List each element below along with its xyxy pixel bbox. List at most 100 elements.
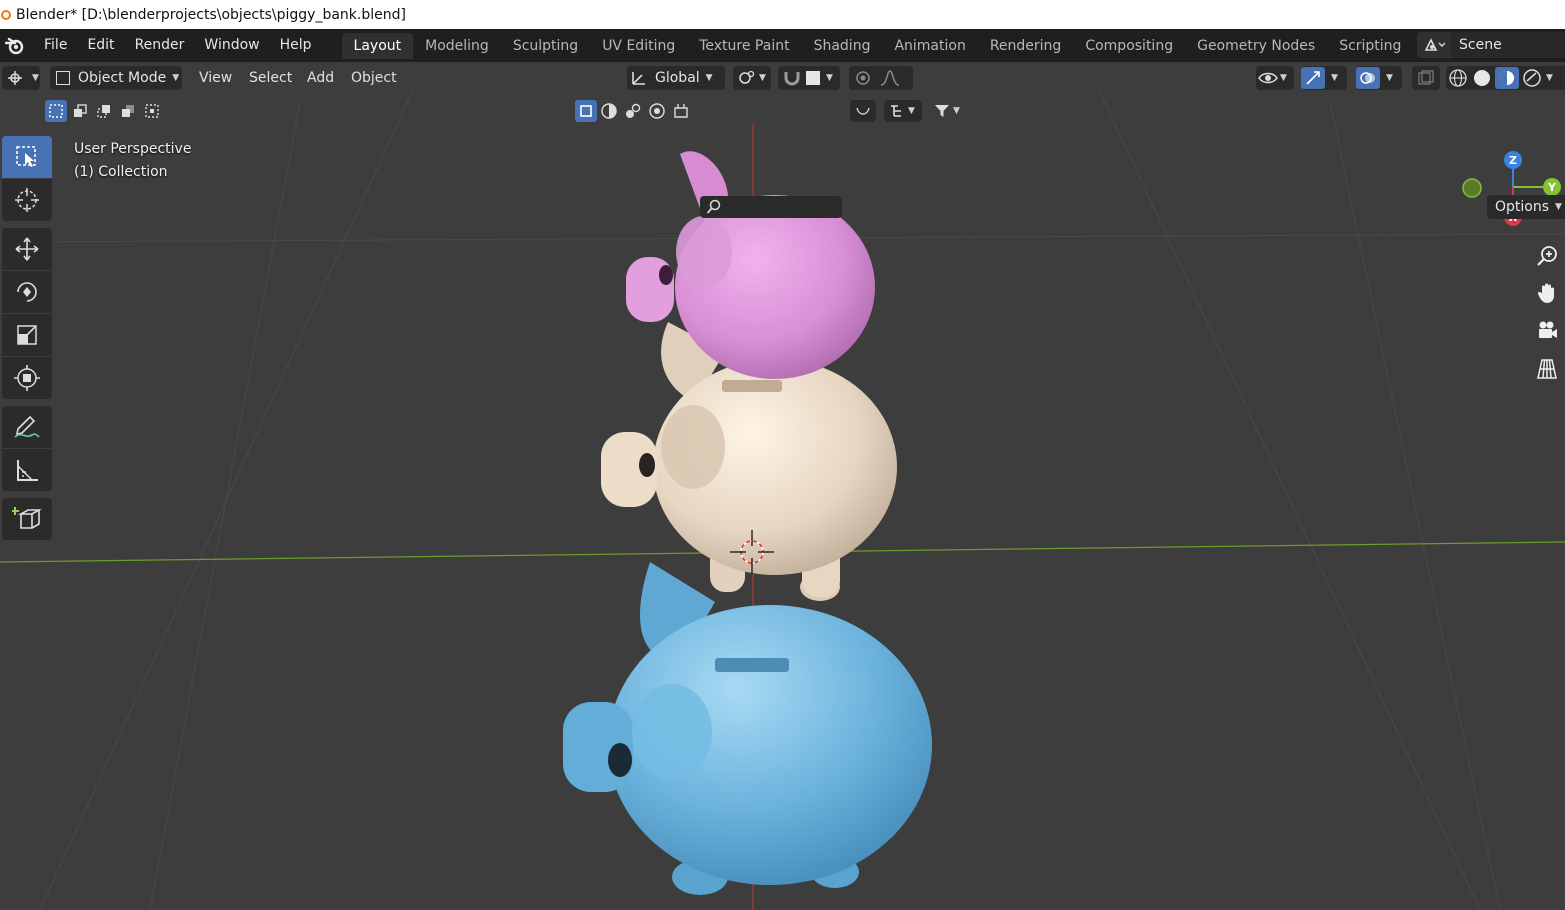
add-cube-tool[interactable] <box>2 498 52 540</box>
cursor-tool[interactable] <box>2 179 52 221</box>
menu-render[interactable]: Render <box>125 29 195 62</box>
wireframe-shading-icon <box>1449 69 1467 87</box>
xray-toggle[interactable] <box>1412 66 1440 90</box>
filter-object-mode-icon[interactable] <box>575 100 597 122</box>
tab-modeling[interactable]: Modeling <box>413 33 501 59</box>
tab-animation[interactable]: Animation <box>882 33 977 59</box>
orientation-icon <box>632 72 645 85</box>
pivot-point-dropdown[interactable]: ▼ <box>733 66 771 90</box>
menu-object[interactable]: Object <box>351 66 397 90</box>
tab-uv-editing[interactable]: UV Editing <box>590 33 687 59</box>
camera-view-button[interactable] <box>1530 314 1564 348</box>
tab-texture-paint[interactable]: Texture Paint <box>687 33 801 59</box>
editor-type-selector[interactable]: ▼ <box>2 66 40 90</box>
filter-light-icon[interactable] <box>622 100 644 122</box>
select-subtract-icon[interactable] <box>93 100 115 122</box>
proportional-editing[interactable] <box>849 66 913 90</box>
viewport-subheader: ▼ ▼ Options ▼ <box>0 96 1565 219</box>
workspace-tabs: Layout Modeling Sculpting UV Editing Tex… <box>341 29 1449 62</box>
proportional-edit-icon <box>856 71 870 85</box>
object-mode-icon <box>56 71 70 85</box>
select-box-icon <box>16 146 36 167</box>
gizmo-icon[interactable] <box>1301 67 1325 89</box>
cursor-icon <box>15 188 39 212</box>
snap-controls[interactable]: ▼ <box>778 66 840 90</box>
viewport-scene: Z Y X <box>0 91 1565 910</box>
object-mode-dropdown[interactable]: Object Mode ▼ <box>50 66 182 90</box>
select-invert-icon[interactable] <box>117 100 139 122</box>
viewport-info: User Perspective (1) Collection <box>74 138 191 184</box>
overlays-icon[interactable] <box>1356 67 1380 89</box>
transform-orientation-label: Global <box>655 70 700 86</box>
shading-modes[interactable]: ▼ <box>1446 66 1565 90</box>
options-dropdown[interactable]: Options ▼ <box>1487 195 1565 219</box>
outliner-filter-icon <box>891 105 901 117</box>
blue-piggy-bank <box>563 562 932 895</box>
select-new-icon[interactable] <box>45 100 67 122</box>
filter-other-icon[interactable] <box>670 100 692 122</box>
menu-file[interactable]: File <box>34 29 77 62</box>
gizmo-z-label: Z <box>1509 154 1517 167</box>
transform-tool[interactable] <box>2 357 52 399</box>
annotate-icon <box>14 415 40 438</box>
scale-tool[interactable] <box>2 314 52 356</box>
link-toggle[interactable] <box>850 100 876 122</box>
orthographic-toggle-button[interactable] <box>1530 352 1564 386</box>
overlays-toggle[interactable]: ▼ <box>1356 66 1402 90</box>
display-filter-dropdown[interactable]: ▼ <box>884 100 922 122</box>
tab-scripting[interactable]: Scripting <box>1327 33 1413 59</box>
measure-icon <box>17 460 38 481</box>
top-bar: File Edit Render Window Help Layout Mode… <box>0 29 1565 62</box>
menu-help[interactable]: Help <box>270 29 322 62</box>
options-label: Options <box>1495 199 1550 215</box>
select-intersect-icon[interactable] <box>141 100 163 122</box>
snap-magnet-icon <box>784 72 800 86</box>
menu-add[interactable]: Add <box>307 66 334 90</box>
snap-target-icon <box>806 71 820 85</box>
material-preview-icon[interactable] <box>1495 67 1519 89</box>
menu-edit[interactable]: Edit <box>77 29 124 62</box>
search-input[interactable] <box>700 196 842 218</box>
select-extend-icon[interactable] <box>69 100 91 122</box>
grid-view-icon <box>1537 359 1557 379</box>
view-perspective-label: User Perspective <box>74 141 192 157</box>
transform-icon <box>14 365 40 391</box>
select-box-tool[interactable] <box>2 136 52 178</box>
tab-rendering[interactable]: Rendering <box>978 33 1074 59</box>
scene-selector[interactable]: Scene <box>1417 32 1565 58</box>
menu-view[interactable]: View <box>199 66 232 90</box>
link-icon <box>856 107 870 115</box>
solid-shading-icon <box>1474 70 1490 86</box>
rotate-tool[interactable] <box>2 271 52 313</box>
pan-button[interactable] <box>1530 276 1564 310</box>
tab-compositing[interactable]: Compositing <box>1073 33 1185 59</box>
object-mode-label: Object Mode <box>78 70 167 86</box>
move-tool[interactable] <box>2 228 52 270</box>
filter-dropdown[interactable]: ▼ <box>928 100 966 122</box>
xray-icon <box>1418 70 1434 85</box>
tab-shading[interactable]: Shading <box>802 33 883 59</box>
annotate-tool[interactable] <box>2 406 52 448</box>
transform-orientation-dropdown[interactable]: Global ▼ <box>627 66 725 90</box>
falloff-curve-icon <box>880 70 900 86</box>
window-titlebar: Blender* [D:\blenderprojects\objects\pig… <box>0 0 1565 29</box>
zoom-button[interactable] <box>1530 239 1564 273</box>
camera-icon <box>1539 321 1557 338</box>
gizmo-y-label: Y <box>1547 181 1557 194</box>
tab-geometry-nodes[interactable]: Geometry Nodes <box>1185 33 1327 59</box>
hand-pan-icon <box>1537 283 1554 303</box>
visibility-dropdown[interactable]: ▼ <box>1256 66 1294 90</box>
filter-camera-icon[interactable] <box>646 100 668 122</box>
menu-window[interactable]: Window <box>194 29 269 62</box>
filter-mesh-icon[interactable] <box>598 100 620 122</box>
gizmo-toggle[interactable]: ▼ <box>1301 66 1347 90</box>
move-icon <box>15 237 39 261</box>
blender-logo-icon[interactable] <box>2 33 28 59</box>
tab-layout[interactable]: Layout <box>341 32 414 59</box>
measure-tool[interactable] <box>2 449 52 491</box>
funnel-icon <box>935 105 950 117</box>
3d-viewport[interactable]: Z Y X <box>0 62 1565 910</box>
eye-icon <box>1258 72 1278 84</box>
menu-select[interactable]: Select <box>249 66 292 90</box>
tab-sculpting[interactable]: Sculpting <box>501 33 590 59</box>
